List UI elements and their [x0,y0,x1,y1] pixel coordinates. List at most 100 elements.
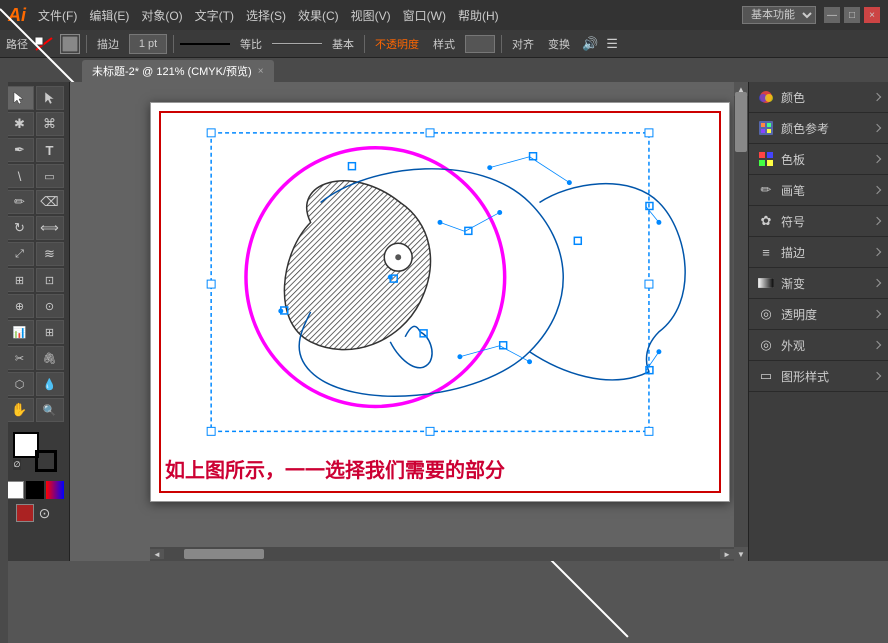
ratio-label: 等比 [236,34,266,54]
lasso-tool[interactable]: ⌘ [36,112,64,136]
line-tool[interactable]: \ [6,164,34,188]
tab-close-button[interactable]: × [258,66,264,77]
panel-item-gradient[interactable]: 渐变 [749,268,888,299]
style-box[interactable] [465,35,495,53]
hand-tool[interactable]: ✋ [6,398,34,422]
workspace-select[interactable]: 基本功能 [742,6,816,24]
stroke-width-input[interactable] [129,34,167,54]
style-label[interactable]: 样式 [429,34,459,54]
zoom-tool[interactable]: 🔍 [36,398,64,422]
app-logo: Ai [8,5,26,26]
scroll-down-button[interactable]: ▼ [734,547,748,561]
scroll-track[interactable] [734,82,748,561]
document-inner [159,111,721,493]
document-tab[interactable]: 未标题-2* @ 121% (CMYK/预览) × [82,60,274,82]
menu-help[interactable]: 帮助(H) [458,7,499,24]
transparency-expand-icon [873,310,881,318]
panel-item-color-ref[interactable]: 颜色参考 [749,113,888,144]
panel-item-appearance[interactable]: ◎ 外观 [749,330,888,361]
horizontal-scrollbar[interactable]: ◄ ► [150,547,734,561]
magic-wand-tool[interactable]: ✱ [6,112,34,136]
panel-item-transparency[interactable]: ◎ 透明度 [749,299,888,330]
scroll-thumb[interactable] [735,92,747,152]
vertical-scrollbar[interactable]: ▲ ▼ [734,82,748,561]
select-tool[interactable] [6,86,34,110]
menu-file[interactable]: 文件(F) [38,7,77,24]
close-button[interactable]: × [864,7,880,23]
pen-tool[interactable]: ✒ [6,138,34,162]
live-paint-tool[interactable]: 💧 [36,372,64,396]
color-mode-icon[interactable]: ⊙ [36,504,54,522]
transparency-panel-icon: ◎ [757,305,775,323]
fill-white-swatch[interactable] [6,481,24,499]
color-panel-label: 颜色 [781,89,805,106]
menu-type[interactable]: 文字(T) [195,7,234,24]
align-label[interactable]: 对齐 [508,34,538,54]
menu-select[interactable]: 选择(S) [246,7,286,24]
pathfinder-tool[interactable]: ⊙ [36,294,64,318]
warp-tool[interactable]: ≋ [36,242,64,266]
panel-item-stroke[interactable]: ≡ 描边 [749,237,888,268]
fill-black-swatch[interactable] [26,481,44,499]
panel-item-symbols[interactable]: ✿ 符号 [749,206,888,237]
free-transform-tool[interactable]: ⊞ [6,268,34,292]
panel-resize-handle[interactable] [0,82,8,643]
h-scroll-thumb[interactable] [184,549,264,559]
minimize-button[interactable]: — [824,7,840,23]
scale-tool[interactable]: ⤢ [6,242,34,266]
menu-effect[interactable]: 效果(C) [298,7,339,24]
panel-item-graphic-styles[interactable]: ▭ 图形样式 [749,361,888,392]
stroke-color-box[interactable] [35,450,57,472]
menu-icon[interactable]: ☰ [606,36,618,52]
reflect-tool[interactable]: ⟺ [36,216,64,240]
color-boxes: ∅ ⊙ [2,428,68,526]
brushes-expand-icon [873,186,881,194]
perspective-tool[interactable]: ⊡ [36,268,64,292]
no-fill-icon[interactable]: ∅ [13,459,22,470]
shape-builder-tool[interactable]: ⊕ [6,294,34,318]
slice-tool[interactable]: ✂ [6,346,34,370]
panel-item-swatches[interactable]: 色板 [749,144,888,175]
stroke-label: 描边 [93,34,123,54]
panel-item-color[interactable]: 颜色 [749,82,888,113]
menu-view[interactable]: 视图(V) [351,7,391,24]
brushes-panel-label: 画笔 [781,182,805,199]
artboard-tool[interactable]: ⊞ [36,320,64,344]
opacity-label[interactable]: 不透明度 [371,34,423,54]
panel-item-brushes[interactable]: ✏ 画笔 [749,175,888,206]
maximize-button[interactable]: □ [844,7,860,23]
symbols-panel-label: 符号 [781,213,805,230]
stroke-dash-preview [180,43,230,45]
tab-label: 未标题-2* @ 121% (CMYK/预览) [92,63,252,79]
rotate-tool[interactable]: ↻ [6,216,34,240]
fill-stroke-selector[interactable]: ∅ [13,432,57,472]
transform-label[interactable]: 变换 [544,34,574,54]
path-label: 路径 [6,36,28,52]
gradient-swatch[interactable] [46,481,64,499]
speaker-icon[interactable]: 🔊 [582,36,598,52]
scroll-left-button[interactable]: ◄ [150,549,164,559]
brushes-panel-icon: ✏ [757,181,775,199]
eraser-tool[interactable]: ⌫ [36,190,64,214]
stroke-box-icon[interactable] [60,34,80,54]
stroke-color-icon[interactable] [34,36,54,52]
menu-window[interactable]: 窗口(W) [403,7,446,24]
swatches-panel-label: 色板 [781,151,805,168]
eyedropper-tool[interactable]: 🖇 [36,346,64,370]
type-tool[interactable]: T [36,138,64,162]
shape-tool[interactable]: ▭ [36,164,64,188]
fill-red-box [16,504,34,522]
pencil-tool[interactable]: ✏ [6,190,34,214]
menu-bar[interactable]: 文件(F) 编辑(E) 对象(O) 文字(T) 选择(S) 效果(C) 视图(V… [38,7,499,24]
scroll-right-button[interactable]: ► [720,549,734,559]
direct-select-tool[interactable] [36,86,64,110]
appearance-panel-icon: ◎ [757,336,775,354]
title-bar: Ai 文件(F) 编辑(E) 对象(O) 文字(T) 选择(S) 效果(C) 视… [0,0,888,30]
color-ref-panel-label: 颜色参考 [781,120,829,137]
canvas-area[interactable]: 如上图所示，一一选择我们需要的部分 ▲ ▼ ◄ ► [70,82,748,561]
stroke-solid-preview [272,43,322,45]
menu-object[interactable]: 对象(O) [141,7,182,24]
blend-tool[interactable]: ⬡ [6,372,34,396]
menu-edit[interactable]: 编辑(E) [89,7,129,24]
graph-tool[interactable]: 📊 [6,320,34,344]
